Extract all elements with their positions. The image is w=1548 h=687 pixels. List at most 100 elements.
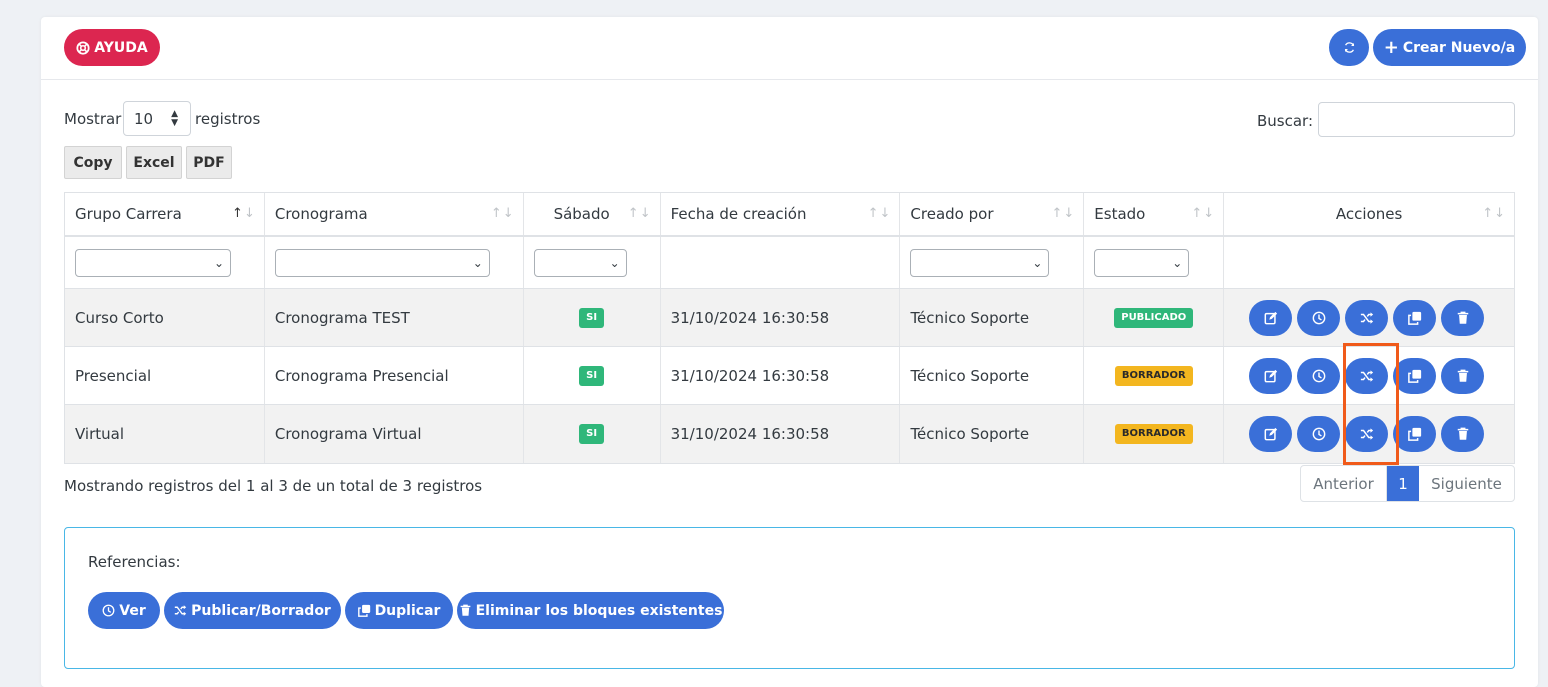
- help-button[interactable]: AYUDA: [64, 29, 160, 66]
- chevron-down-icon: ⌄: [609, 255, 620, 270]
- clock-icon: [1312, 369, 1325, 382]
- data-table: Grupo Carrera ↑↓ Cronograma ↑↓ Sábado ↑↓ Fe…: [64, 192, 1515, 464]
- col-header-creado-por[interactable]: Creado por ↑↓: [900, 193, 1085, 235]
- ref-publicar-label: Publicar/Borrador: [191, 602, 331, 619]
- col-header-sabado[interactable]: Sábado ↑↓: [524, 193, 661, 235]
- cell-cronograma: Cronograma Virtual: [265, 405, 524, 463]
- ref-eliminar-label: Eliminar los bloques existentes: [475, 602, 723, 619]
- col-header-label: Cronograma: [274, 205, 368, 223]
- sabado-badge: SI: [579, 307, 605, 328]
- table-row: Curso Corto Cronograma TEST SI 31/10/202…: [65, 289, 1514, 347]
- ref-duplicar-button[interactable]: Duplicar: [345, 592, 453, 629]
- cell-creado-por: Técnico Soporte: [900, 405, 1085, 463]
- table-header-row: Grupo Carrera ↑↓ Cronograma ↑↓ Sábado ↑↓ Fe…: [65, 193, 1514, 237]
- shuffle-icon: [174, 605, 187, 616]
- sort-icon: ↑↓: [490, 206, 515, 221]
- cell-creado-por: Técnico Soporte: [900, 347, 1085, 404]
- page-1-button[interactable]: 1: [1387, 466, 1419, 501]
- next-page-button[interactable]: Siguiente: [1419, 466, 1514, 501]
- page-length-value: 10: [134, 109, 154, 128]
- filter-select-creado-por[interactable]: ⌄: [910, 248, 1050, 277]
- view-button[interactable]: [1297, 357, 1341, 394]
- references-panel: Referencias: Ver Publicar/Borrador Dupli…: [64, 527, 1515, 669]
- main-card: AYUDA + Crear Nuevo/a Mostrar 10 ▲ ▼ regi…: [41, 17, 1538, 687]
- edit-button[interactable]: [1249, 416, 1293, 452]
- duplicate-button[interactable]: [1393, 357, 1437, 394]
- chevron-down-icon: ⌄: [213, 255, 224, 270]
- pdf-button[interactable]: PDF: [186, 146, 232, 179]
- highlight-box: [1343, 343, 1399, 465]
- delete-button[interactable]: [1441, 299, 1485, 336]
- lifebuoy-icon: [76, 40, 90, 55]
- cell-cronograma: Cronograma Presencial: [265, 347, 524, 404]
- filter-select-estado[interactable]: ⌄: [1094, 248, 1190, 277]
- filter-select-grupo[interactable]: ⌄: [75, 248, 231, 277]
- create-label: Crear Nuevo/a: [1402, 39, 1516, 56]
- clock-icon: [1312, 427, 1325, 441]
- chevron-down-icon: ⌄: [1172, 255, 1183, 270]
- col-header-acciones[interactable]: Acciones ↑↓: [1224, 193, 1514, 235]
- sort-icon: ↑↓: [1191, 206, 1216, 221]
- card-header: AYUDA + Crear Nuevo/a: [41, 17, 1538, 80]
- sort-icon: ↑↓: [1482, 206, 1506, 221]
- page-length-select[interactable]: 10 ▲ ▼: [123, 101, 191, 136]
- cell-fecha: 31/10/2024 16:30:58: [661, 289, 901, 346]
- col-header-grupo[interactable]: Grupo Carrera ↑↓: [65, 193, 265, 235]
- create-new-button[interactable]: + Crear Nuevo/a: [1373, 29, 1526, 66]
- delete-button[interactable]: [1441, 357, 1485, 394]
- col-header-label: Fecha de creación: [670, 205, 807, 223]
- show-label: Mostrar: [64, 110, 122, 128]
- clock-icon: [102, 604, 115, 617]
- chevron-down-icon: ⌄: [472, 255, 483, 270]
- filter-select-cronograma[interactable]: ⌄: [274, 248, 490, 277]
- ref-publicar-button[interactable]: Publicar/Borrador: [164, 592, 341, 629]
- col-header-estado[interactable]: Estado ↑↓: [1084, 193, 1225, 235]
- sort-icon: ↑↓: [867, 206, 892, 221]
- delete-button[interactable]: [1441, 416, 1485, 452]
- chevron-down-icon: ⌄: [1032, 255, 1043, 270]
- help-label: AYUDA: [94, 39, 148, 56]
- trash-icon: [1457, 427, 1468, 440]
- copy-icon: [1407, 427, 1421, 441]
- search-input[interactable]: [1318, 102, 1515, 137]
- sort-icon: ↑↓: [232, 206, 256, 221]
- col-header-cronograma[interactable]: Cronograma ↑↓: [265, 193, 524, 235]
- filter-row: ⌄ ⌄ ⌄ ⌄ ⌄: [65, 237, 1514, 289]
- prev-page-button[interactable]: Anterior: [1301, 466, 1387, 501]
- duplicate-button[interactable]: [1393, 416, 1437, 452]
- filter-select-sabado[interactable]: ⌄: [533, 248, 627, 277]
- table-row: Virtual Cronograma Virtual SI 31/10/2024…: [65, 405, 1514, 463]
- ref-duplicar-label: Duplicar: [374, 602, 441, 619]
- edit-button[interactable]: [1249, 299, 1293, 336]
- publish-toggle-button[interactable]: [1345, 299, 1389, 336]
- cell-creado-por: Técnico Soporte: [900, 289, 1085, 346]
- excel-button[interactable]: Excel: [126, 146, 182, 179]
- edit-button[interactable]: [1249, 357, 1293, 394]
- refresh-button[interactable]: [1329, 29, 1369, 66]
- clock-icon: [1312, 311, 1325, 324]
- trash-icon: [1457, 311, 1468, 324]
- view-button[interactable]: [1297, 299, 1341, 336]
- cell-grupo: Virtual: [65, 405, 265, 463]
- ref-ver-button[interactable]: Ver: [88, 592, 160, 629]
- copy-button[interactable]: Copy: [64, 146, 122, 179]
- updown-icon: ▲ ▼: [171, 109, 178, 128]
- cell-cronograma: Cronograma TEST: [265, 289, 524, 346]
- duplicate-button[interactable]: [1393, 299, 1437, 336]
- trash-icon: [1457, 369, 1468, 382]
- cell-grupo: Presencial: [65, 347, 265, 404]
- shuffle-icon: [1360, 311, 1373, 324]
- references-title: Referencias:: [88, 553, 181, 571]
- copy-icon: [1407, 369, 1421, 383]
- status-badge: PUBLICADO: [1114, 307, 1194, 328]
- col-header-label: Grupo Carrera: [75, 205, 182, 223]
- pagination: Anterior 1 Siguiente: [1300, 465, 1515, 502]
- records-label: registros: [195, 110, 261, 128]
- ref-eliminar-button[interactable]: Eliminar los bloques existentes: [457, 592, 724, 629]
- col-header-label: Estado: [1094, 205, 1146, 223]
- cell-grupo: Curso Corto: [65, 289, 265, 346]
- view-button[interactable]: [1297, 416, 1341, 452]
- status-badge: BORRADOR: [1114, 424, 1193, 444]
- trash-icon: [460, 604, 470, 616]
- col-header-fecha[interactable]: Fecha de creación ↑↓: [661, 193, 901, 235]
